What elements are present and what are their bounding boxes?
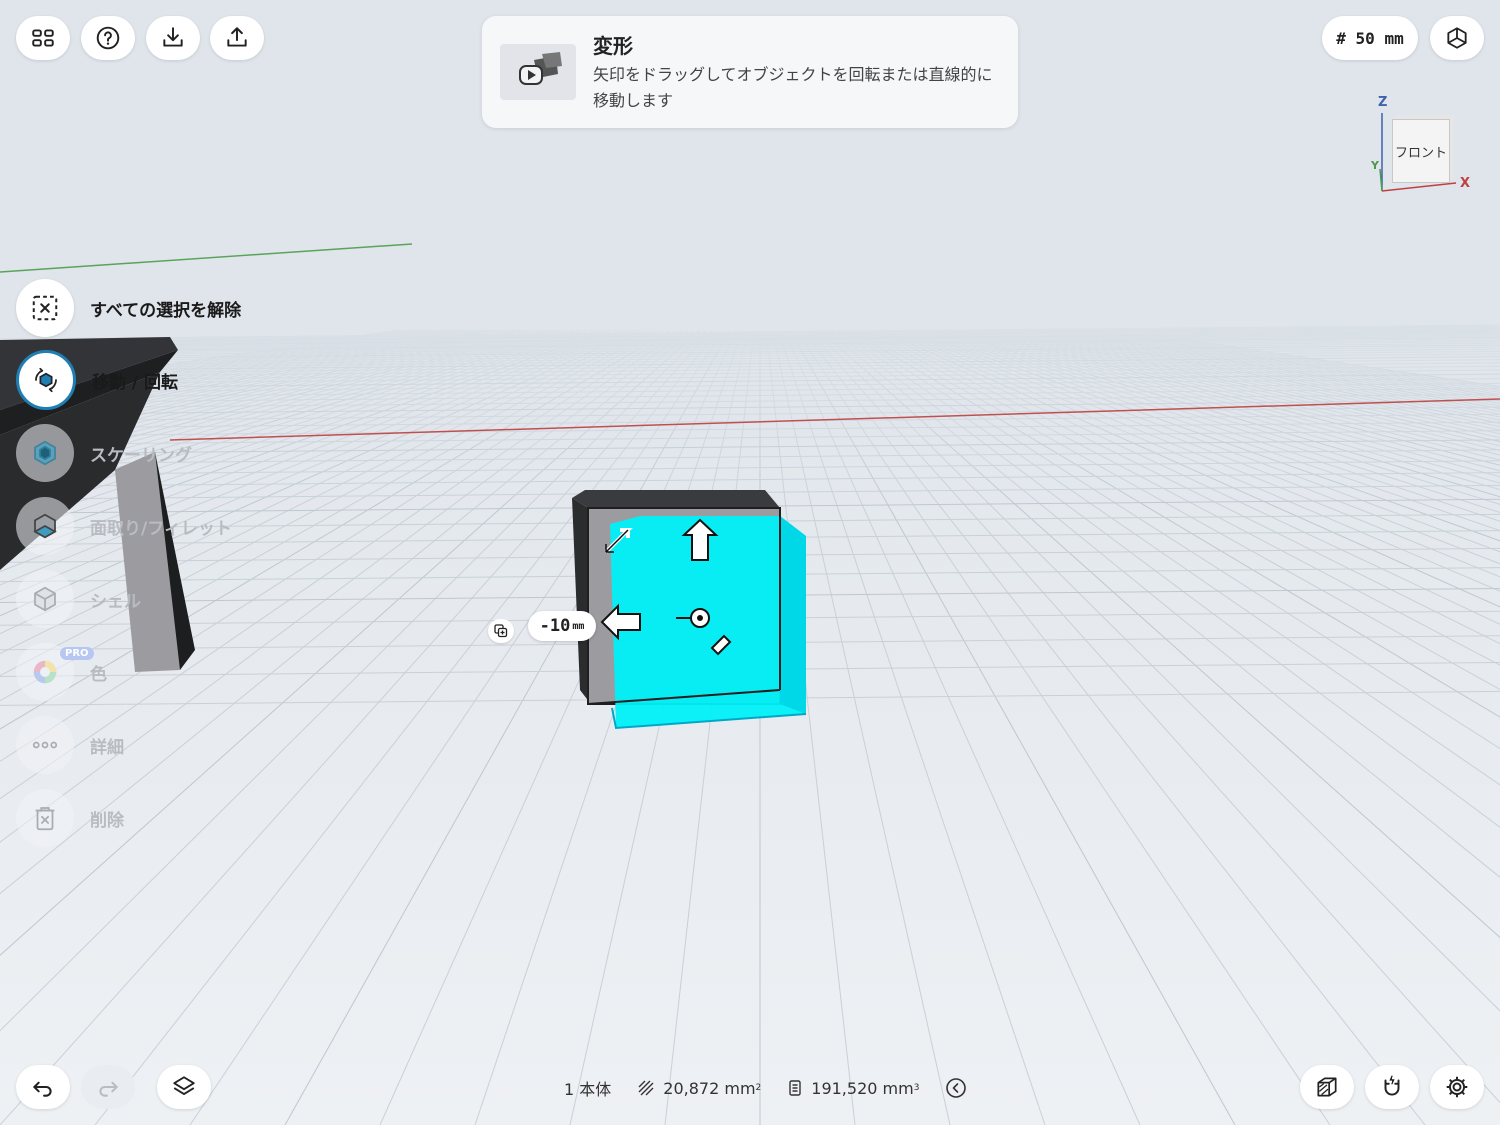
grid-size-button[interactable]: # 50 mm (1322, 16, 1418, 60)
settings-button[interactable] (1430, 1065, 1484, 1109)
tip-title: 変形 (593, 34, 633, 58)
tool-shell[interactable]: シェル (16, 569, 141, 629)
chevron-left-circle-icon (946, 1078, 967, 1098)
cube-view-icon (1447, 27, 1467, 49)
tool-more-button[interactable] (16, 716, 74, 774)
view-cube[interactable]: フロント Z Y X (1370, 95, 1476, 195)
tool-label: 面取り/フィレット (90, 518, 232, 539)
share-icon (227, 27, 247, 47)
tool-delete-button[interactable] (16, 789, 74, 847)
tool-label: 詳細 (90, 737, 124, 758)
redo-button[interactable] (81, 1065, 135, 1109)
duplicate-toggle-button[interactable] (488, 619, 514, 643)
undo-icon (33, 1081, 52, 1097)
help-icon (96, 26, 120, 50)
surface-area: 20,872 mm 2 (637, 1079, 761, 1098)
move-rotate-icon (35, 367, 57, 393)
tool-label: シェル (90, 591, 141, 612)
tool-fillet-button[interactable] (16, 497, 74, 555)
pro-badge: PRO (60, 647, 94, 660)
y-axis-label: Y (1371, 159, 1379, 172)
export-button[interactable] (210, 16, 264, 60)
section-view-button[interactable] (1300, 1065, 1354, 1109)
body-count: 1 本体 (564, 1080, 612, 1099)
tool-more[interactable]: 詳細 (16, 715, 124, 775)
tip-video-thumbnail[interactable] (500, 44, 576, 100)
scale-icon (34, 440, 56, 466)
volume-value: 191,520 mm (811, 1078, 914, 1098)
view-mode-button[interactable] (1430, 16, 1484, 60)
trash-icon (35, 807, 55, 831)
fillet-icon (33, 513, 57, 539)
layers-button[interactable] (157, 1065, 211, 1109)
3d-viewport[interactable] (0, 0, 1500, 1125)
move-distance-unit: mm (572, 620, 585, 632)
shell-icon (34, 586, 56, 612)
tool-move-rotate[interactable]: 移動 / 回転 (16, 350, 178, 410)
settings-gear-icon (1446, 1076, 1468, 1098)
snap-button[interactable] (1365, 1065, 1419, 1109)
status-collapse-button[interactable] (945, 1077, 975, 1099)
volume-exponent: 3 (913, 1083, 920, 1093)
x-axis-label: X (1460, 176, 1471, 191)
tool-label: スケーリング (90, 445, 192, 466)
import-button[interactable] (146, 16, 200, 60)
tool-delete[interactable]: 削除 (16, 788, 124, 848)
tool-label: 色 (90, 664, 107, 685)
view-cube-front-face[interactable]: フロント (1392, 119, 1450, 183)
volume: 191,520 mm 3 (787, 1079, 919, 1098)
tool-label: 削除 (90, 810, 124, 831)
duplicate-icon (494, 624, 508, 638)
layers-icon (173, 1076, 195, 1095)
surface-area-value: 20,872 mm (663, 1078, 756, 1098)
grid-icon (32, 29, 54, 47)
surface-area-exponent: 2 (755, 1083, 762, 1093)
tip-description: 矢印をドラッグしてオブジェクトを回転または直線的に移動します (593, 65, 993, 110)
more-icon (32, 741, 58, 749)
tool-deselect-all[interactable]: すべての選択を解除 (16, 278, 241, 338)
tool-label: 移動 / 回転 (92, 372, 179, 393)
volume-icon (789, 1080, 801, 1096)
redo-icon (99, 1081, 118, 1097)
apps-grid-button[interactable] (16, 16, 70, 60)
tool-scaling-button[interactable] (16, 424, 74, 482)
z-axis-label: Z (1378, 95, 1388, 110)
section-view-icon (1317, 1077, 1337, 1097)
undo-button[interactable] (16, 1065, 70, 1109)
tool-label: すべての選択を解除 (90, 300, 242, 321)
download-icon (163, 27, 183, 47)
deselect-icon (32, 295, 58, 321)
video-play-icon (519, 52, 562, 85)
tool-tip-card: 変形 矢印をドラッグしてオブジェクトを回転または直線的に移動します (482, 16, 1018, 128)
tool-move-rotate-button[interactable] (16, 350, 76, 410)
tool-scaling[interactable]: スケーリング (16, 423, 192, 483)
tool-shell-button[interactable] (16, 570, 74, 628)
color-icon (33, 660, 57, 684)
tool-deselect-all-button[interactable] (16, 279, 74, 337)
tool-color[interactable]: PRO 色 (16, 642, 107, 702)
magnet-icon (1384, 1075, 1400, 1096)
area-hatch-icon (638, 1080, 654, 1096)
status-bar: 1 本体 20,872 mm 2 191,520 mm 3 (564, 1076, 975, 1100)
move-distance-value: -10 (539, 616, 571, 636)
move-distance-input[interactable]: -10 mm (528, 611, 596, 641)
tool-color-button[interactable]: PRO (16, 643, 94, 701)
help-button[interactable] (81, 16, 135, 60)
tool-fillet[interactable]: 面取り/フィレット (16, 496, 232, 556)
